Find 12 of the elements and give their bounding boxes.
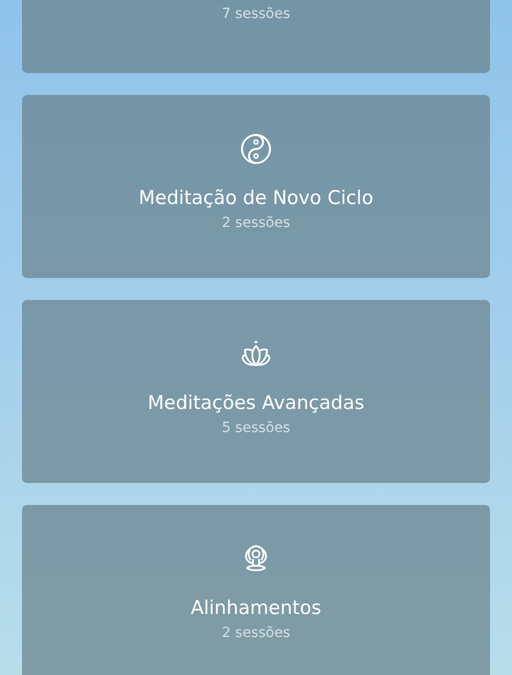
category-card[interactable]: Meditação de Novo Ciclo 2 sessões	[22, 95, 490, 278]
session-count: 2 sessões	[222, 214, 290, 233]
category-card[interactable]: 7 sessões	[22, 0, 490, 73]
yin-yang-icon	[240, 133, 272, 165]
card-title: Meditações Avançadas	[148, 391, 364, 416]
category-card[interactable]: Alinhamentos 2 sessões	[22, 505, 490, 675]
session-count: 5 sessões	[222, 419, 290, 438]
session-count: 2 sessões	[222, 624, 290, 643]
card-title: Meditação de Novo Ciclo	[138, 186, 374, 211]
session-count: 7 sessões	[222, 5, 290, 24]
category-card[interactable]: Meditações Avançadas 5 sessões	[22, 300, 490, 483]
card-title: Alinhamentos	[190, 596, 322, 621]
